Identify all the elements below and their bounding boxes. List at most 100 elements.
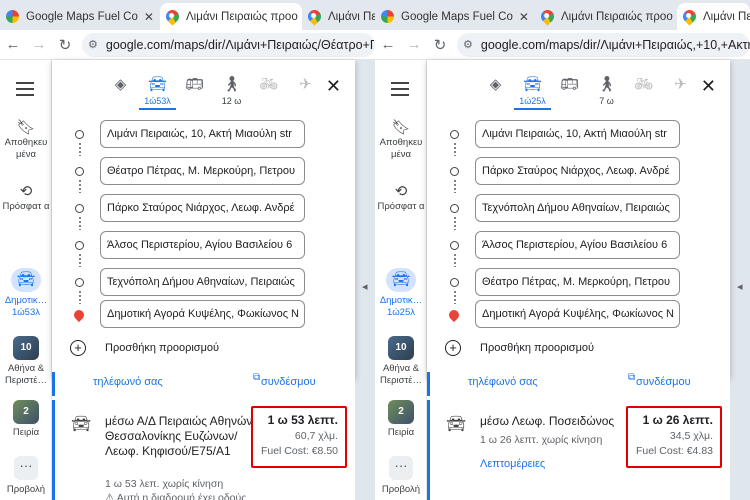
collapse-panel-icon[interactable]: ◂ — [362, 280, 368, 293]
mode-cycling[interactable]: 🚲︎ — [250, 74, 287, 110]
stop-input-2[interactable]: Θέατρο Πέτρας, Μ. Μερκούρη, Πετρου — [100, 157, 305, 185]
stop-input-3[interactable]: Πάρκο Σταύρος Νιάρχος, Λεωφ. Ανδρέ — [100, 194, 305, 222]
route-distance: 34,5 χλμ. — [669, 430, 713, 442]
tab-maps-route[interactable]: Λιμάνι Πειραιώς προο ✕ — [535, 3, 677, 30]
mode-driving[interactable]: 🚘︎ 1ώ53λ — [139, 74, 176, 110]
stop-dot-icon — [75, 130, 84, 139]
place-thumbnail: 10 — [388, 336, 414, 360]
route-warning: ⚠ Αυτή η διαδρομή έχει οδούς — [105, 492, 247, 500]
rail-more[interactable]: ··· Προβολή — [375, 456, 427, 496]
back-arrow-icon[interactable]: ← — [0, 36, 26, 53]
stop-input-6[interactable]: Δημοτική Αγορά Κυψέλης, Φωκίωνος Ν — [100, 300, 305, 328]
rail-current-label: Δημοτικ… — [379, 295, 423, 306]
bus-icon: 🚌︎ — [559, 76, 580, 93]
mode-cycling[interactable]: 🚲︎ — [625, 74, 662, 110]
close-directions-icon[interactable]: ✕ — [326, 76, 341, 97]
copy-link-link[interactable]: συνδέσμου — [636, 376, 691, 388]
route-time-no-traffic: 1 ω 26 λεπτ. χωρίς κίνηση — [480, 434, 603, 446]
best-route-icon: ◈ — [489, 76, 502, 93]
rail-more[interactable]: ··· Προβολή — [0, 456, 52, 496]
mode-best[interactable]: ◈ — [477, 74, 514, 110]
rail-recent-piraeus[interactable]: 2 Πειρία — [0, 400, 52, 439]
rail-more-label: Προβολή — [6, 484, 46, 495]
stop-input-2[interactable]: Πάρκο Σταύρος Νιάρχος, Λεωφ. Ανδρέ — [475, 157, 680, 185]
rail-saved[interactable]: 🔖︎ Αποθηκευ μένα — [375, 119, 427, 161]
site-settings-icon[interactable]: ⚙ — [463, 38, 473, 51]
send-to-phone-link[interactable]: τηλέφωνό σας — [93, 376, 163, 388]
rail-recent-athens[interactable]: 10 Αθήνα & Περιστέ… — [0, 336, 52, 387]
reload-icon[interactable]: ↻ — [52, 36, 78, 54]
back-arrow-icon[interactable]: ← — [375, 36, 401, 53]
rail-recent-athens-label: Αθήνα & Περιστέ… — [5, 363, 47, 386]
collapse-panel-icon[interactable]: ◂ — [737, 280, 743, 293]
route-option-card[interactable]: 🚘︎ μέσω Λεωφ. Ποσειδώνος 1 ω 26 λεπτ. χω… — [427, 400, 730, 500]
mode-flight[interactable]: ✈︎ — [287, 74, 324, 110]
mode-walking-time: 12 ω — [221, 96, 242, 106]
link-icon: ⧉ — [628, 372, 636, 383]
address-bar: ← → ↻ ⚙ google.com/maps/dir/Λιμάνι+Πειρα… — [375, 30, 750, 60]
stop-input-4[interactable]: Άλσος Περιστερίου, Αγίου Βασιλείου 6 — [100, 231, 305, 259]
mode-flight[interactable]: ✈︎ — [662, 74, 699, 110]
rail-current-route[interactable]: 🚘︎ Δημοτικ… 1ώ53λ — [0, 268, 52, 319]
bookmark-icon: 🔖︎ — [391, 119, 411, 136]
tab-maps-route-2[interactable]: Λιμάνι Πειρ — [302, 3, 375, 30]
maps-favicon-icon — [538, 7, 557, 26]
tab-fuel-calculator[interactable]: Google Maps Fuel Co ✕ — [375, 3, 535, 30]
rail-current-route[interactable]: 🚘︎ Δημοτικ… 1ώ25λ — [375, 268, 427, 319]
rail-recent-piraeus[interactable]: 2 Πειρία — [375, 400, 427, 439]
tab-fuel-calculator[interactable]: Google Maps Fuel Co ✕ — [0, 3, 160, 30]
stop-input-1[interactable]: Λιμάνι Πειραιώς, 10, Ακτή Μιαούλη str — [475, 120, 680, 148]
stop-input-3[interactable]: Τεχνόπολη Δήμου Αθηναίων, Πειραιώς — [475, 194, 680, 222]
stop-dot-icon — [450, 278, 459, 287]
rail-recent[interactable]: ⟲ Πρόσφατ α — [0, 184, 52, 213]
close-directions-icon[interactable]: ✕ — [701, 76, 716, 97]
url-field[interactable]: ⚙ google.com/maps/dir/Λιμάνι+Πειραιώς/Θέ… — [82, 32, 375, 57]
mode-walking[interactable]: 🚶︎ 7 ω — [588, 74, 625, 110]
close-tab-icon[interactable]: ✕ — [144, 10, 154, 24]
stop-input-1[interactable]: Λιμάνι Πειραιώς, 10, Ακτή Μιαούλη str — [100, 120, 305, 148]
car-icon: 🚘︎ — [11, 268, 41, 292]
url-field[interactable]: ⚙ google.com/maps/dir/Λιμάνι+Πειραιώς,+1… — [457, 32, 750, 57]
tab-maps-route[interactable]: Λιμάνι Πειραιώς προο ✕ — [160, 3, 302, 30]
travel-mode-tabs: ◈ 🚘︎ 1ώ53λ 🚌︎ 🚶︎ 12 ω 🚲︎ ✈︎ — [102, 74, 324, 110]
side-rail: 🔖︎ Αποθηκευ μένα ⟲ Πρόσφατ α 🚘︎ Δημοτικ…… — [0, 60, 52, 500]
stop-input-5[interactable]: Τεχνόπολη Δήμου Αθηναίων, Πειραιώς — [100, 268, 305, 296]
mode-walking[interactable]: 🚶︎ 12 ω — [213, 74, 250, 110]
stop-input-5[interactable]: Θέατρο Πέτρας, Μ. Μερκούρη, Πετρου — [475, 268, 680, 296]
stop-input-4[interactable]: Άλσος Περιστερίου, Αγίου Βασιλείου 6 — [475, 231, 680, 259]
forward-arrow-icon[interactable]: → — [26, 36, 52, 53]
add-destination-label: Προσθήκη προορισμού — [105, 342, 220, 354]
stop-input-6[interactable]: Δημοτική Αγορά Κυψέλης, Φωκίωνος Ν — [475, 300, 680, 328]
rail-saved[interactable]: 🔖︎ Αποθηκευ μένα — [0, 120, 52, 161]
menu-icon[interactable] — [16, 82, 34, 100]
add-destination-button[interactable]: + Προσθήκη προορισμού — [445, 340, 594, 356]
mode-best[interactable]: ◈ — [102, 74, 139, 110]
site-settings-icon[interactable]: ⚙ — [88, 38, 98, 51]
copy-link-link[interactable]: συνδέσμου — [261, 376, 316, 388]
rail-recent-athens[interactable]: 10 Αθήνα & Περιστέ… — [375, 336, 427, 387]
add-destination-button[interactable]: + Προσθήκη προορισμού — [70, 340, 219, 356]
url-text: google.com/maps/dir/Λιμάνι+Πειραιώς/Θέατ… — [105, 37, 375, 52]
address-bar: ← → ↻ ⚙ google.com/maps/dir/Λιμάνι+Πειρα… — [0, 30, 375, 60]
mode-driving[interactable]: 🚘︎ 1ώ25λ — [514, 74, 551, 110]
menu-icon[interactable] — [391, 82, 409, 100]
mode-transit[interactable]: 🚌︎ — [176, 74, 213, 110]
directions-panel: ◈ 🚘︎ 1ώ53λ 🚌︎ 🚶︎ 12 ω 🚲︎ ✈︎ ✕ Λιμάνι Πειρα… — [52, 60, 355, 378]
mode-transit[interactable]: 🚌︎ — [551, 74, 588, 110]
destination-pin-icon — [446, 307, 462, 323]
forward-arrow-icon[interactable]: → — [401, 36, 427, 53]
route-option-card[interactable]: 🚘︎ μέσω Α/Δ Πειραιώς Αθηνών Θεσσαλονίκης… — [52, 400, 355, 500]
send-to-phone-link[interactable]: τηλέφωνό σας — [468, 376, 538, 388]
tab-maps-route-2[interactable]: Λιμάνι Πει — [677, 3, 750, 30]
rail-current-time: 1ώ25λ — [386, 307, 416, 318]
more-dots-icon: ··· — [14, 456, 38, 480]
plus-icon: + — [70, 340, 86, 356]
fuel-cost: Fuel Cost: €8.50 — [260, 445, 338, 457]
reload-icon[interactable]: ↻ — [427, 36, 453, 54]
close-tab-icon[interactable]: ✕ — [519, 10, 529, 24]
route-details-link[interactable]: Λεπτομέρειες — [480, 458, 545, 470]
rail-recent[interactable]: ⟲ Πρόσφατ α — [375, 184, 427, 213]
highlight-box: 1 ω 26 λεπτ. 34,5 χλμ. Fuel Cost: €4.83 — [626, 406, 722, 468]
highlight-box: 1 ω 53 λεπτ. 60,7 χλμ. Fuel Cost: €8.50 — [251, 406, 347, 468]
left-browser-window: Google Maps Fuel Co ✕ Λιμάνι Πειραιώς πρ… — [0, 0, 375, 500]
